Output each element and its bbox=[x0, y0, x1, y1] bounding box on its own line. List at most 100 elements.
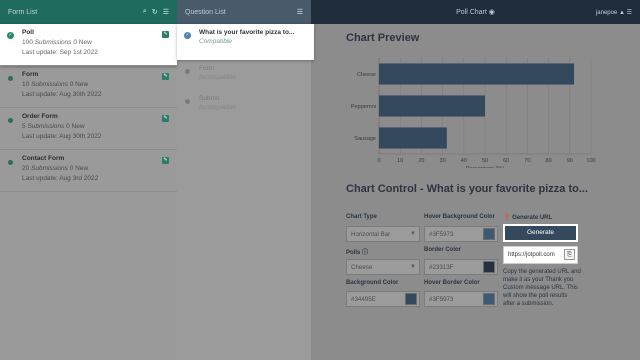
edit-icon[interactable]: ✎ bbox=[162, 115, 169, 122]
last-update: Last update: Aug 30th 2022 bbox=[22, 91, 102, 98]
chart-type-label: Chart Type bbox=[346, 214, 377, 220]
last-update: Last update: Sep 1st 2022 bbox=[22, 49, 98, 56]
question-item-active[interactable]: ✓ What is your favorite pizza to... Comp… bbox=[177, 24, 314, 60]
background-color-swatch[interactable] bbox=[405, 293, 417, 305]
status-dot-icon bbox=[8, 118, 13, 123]
bar-chart: 0 10 20 30 40 50 60 70 80 90 100 Cheese Pepperoni Sau… bbox=[351, 58, 596, 168]
chart-type-select[interactable]: Horizontal Bar ▼ bbox=[346, 226, 420, 242]
question-item[interactable]: Form Incompatible bbox=[177, 60, 311, 90]
chart-type-value: Horizontal Bar bbox=[351, 231, 391, 238]
hover-background-swatch[interactable] bbox=[483, 228, 495, 240]
new-label: 0 New bbox=[73, 39, 92, 46]
polls-label: Polls ⓘ bbox=[346, 250, 369, 256]
border-color-value: #23313F bbox=[429, 264, 454, 271]
search-icon[interactable]: ⌕ bbox=[143, 8, 147, 16]
check-icon: ✓ bbox=[184, 32, 191, 39]
x-tick-label: 40 bbox=[461, 158, 467, 164]
menu-icon[interactable]: ☰ bbox=[627, 10, 632, 16]
x-tick-label: 10 bbox=[397, 158, 403, 164]
bar-sausage bbox=[379, 127, 447, 149]
edit-icon[interactable]: ✎ bbox=[162, 73, 169, 80]
username: janepoe bbox=[595, 9, 618, 16]
submission-count: 5 bbox=[22, 123, 26, 130]
x-tick-label: 30 bbox=[440, 158, 446, 164]
url-value: https://jotpoll.com bbox=[508, 252, 555, 258]
question-title: Form bbox=[199, 65, 215, 72]
new-label: 0 New bbox=[69, 81, 89, 88]
submissions-label: Submissions bbox=[31, 165, 68, 172]
top-bar: Poll Chart ◉ janepoe ▲ ☰ bbox=[311, 0, 640, 24]
refresh-icon[interactable]: ↻ bbox=[152, 8, 158, 16]
new-label: 0 New bbox=[69, 165, 89, 172]
new-label: 0 New bbox=[66, 123, 85, 130]
form-list-title: Form List bbox=[8, 8, 38, 16]
question-title: What is your favorite pizza to... bbox=[199, 29, 295, 36]
chart-control-title: Chart Control - What is your favorite pi… bbox=[346, 183, 589, 195]
form-title: Contact Form bbox=[22, 155, 65, 162]
submissions-label: Submissions bbox=[27, 123, 65, 130]
form-title: Form bbox=[22, 71, 39, 78]
copy-icon[interactable]: ⎘ bbox=[564, 249, 575, 260]
submissions-label: Submissions bbox=[31, 81, 68, 88]
x-tick-label: 70 bbox=[524, 158, 530, 164]
edit-icon[interactable]: ✎ bbox=[162, 31, 169, 38]
x-tick-label: 50 bbox=[482, 158, 488, 164]
question-status: Incompatible bbox=[199, 74, 236, 81]
generate-button[interactable]: Generate bbox=[503, 224, 578, 242]
x-tick-label: 60 bbox=[503, 158, 509, 164]
form-title: Order Form bbox=[22, 113, 58, 120]
question-item[interactable]: Submit Incompatible bbox=[177, 90, 311, 120]
hover-background-value: #3F5973 bbox=[429, 231, 454, 238]
border-color-swatch[interactable] bbox=[483, 261, 495, 273]
x-axis-label: Percentage (%) bbox=[466, 166, 504, 168]
status-dot-icon bbox=[8, 160, 13, 165]
last-update: Last update: Aug 3rd 2022 bbox=[22, 175, 99, 182]
user-menu[interactable]: janepoe ▲ ☰ bbox=[596, 9, 632, 16]
category-label: Cheese bbox=[357, 72, 376, 78]
x-tick-label: 80 bbox=[546, 158, 552, 164]
instruction-note: Copy the generated URL and make it as yo… bbox=[503, 269, 581, 308]
bar-cheese bbox=[379, 63, 575, 85]
polls-value: Cheese bbox=[351, 264, 373, 271]
form-list-item[interactable]: Contact Form 20 Submissions 0 New Last u… bbox=[0, 150, 177, 192]
submission-count: 20 bbox=[22, 165, 30, 172]
chevron-down-icon: ▼ bbox=[410, 231, 416, 237]
question-status: Incompatible bbox=[199, 104, 236, 111]
form-list-item-active[interactable]: ✓ Poll 100 Submissions 0 New Last update… bbox=[0, 24, 177, 66]
check-icon: ✓ bbox=[7, 32, 14, 39]
user-icon: ▲ bbox=[618, 9, 625, 16]
form-title: Poll bbox=[22, 29, 34, 36]
chart-preview: 0 10 20 30 40 50 60 70 80 90 100 Cheese Pepperoni Sau… bbox=[346, 56, 605, 168]
form-list-header: Form List ⌕ ↻ ☰ bbox=[0, 0, 177, 24]
submissions-label: Submissions bbox=[34, 39, 72, 46]
status-dot-icon bbox=[185, 69, 190, 74]
menu-icon[interactable]: ☰ bbox=[163, 8, 169, 16]
last-update: Last update: Aug 30th 2022 bbox=[22, 133, 102, 140]
category-label: Pepperoni bbox=[351, 104, 376, 110]
x-tick-label: 100 bbox=[586, 158, 595, 164]
eye-icon[interactable]: ◉ bbox=[489, 9, 495, 16]
status-dot-icon bbox=[185, 99, 190, 104]
form-list-item[interactable]: Order Form 5 Submissions 0 New Last upda… bbox=[0, 108, 177, 150]
bar-pepperoni bbox=[379, 95, 485, 117]
question-list-title: Question List bbox=[185, 8, 226, 16]
question-status: Compatible bbox=[199, 38, 232, 45]
status-dot-icon bbox=[8, 76, 13, 81]
generate-url-label: ❓ Generate URL bbox=[503, 215, 553, 221]
submission-count: 100 bbox=[22, 39, 33, 46]
polls-select[interactable]: Cheese ▼ bbox=[346, 259, 420, 275]
x-tick-label: 0 bbox=[377, 158, 380, 164]
menu-icon[interactable]: ☰ bbox=[297, 8, 303, 16]
hover-border-value: #3F5973 bbox=[429, 296, 454, 303]
x-tick-label: 20 bbox=[418, 158, 424, 164]
hover-border-swatch[interactable] bbox=[483, 293, 495, 305]
info-icon[interactable]: ⓘ bbox=[362, 250, 368, 256]
background-color-label: Background Color bbox=[346, 280, 399, 286]
x-tick-label: 90 bbox=[567, 158, 573, 164]
question-list-header: Question List ☰ bbox=[177, 0, 311, 24]
page-title: Poll Chart ◉ bbox=[456, 9, 495, 16]
edit-icon[interactable]: ✎ bbox=[162, 157, 169, 164]
form-list-item[interactable]: Form 10 Submissions 0 New Last update: A… bbox=[0, 66, 177, 108]
url-field[interactable]: https://jotpoll.com ⎘ bbox=[503, 246, 578, 264]
chevron-down-icon: ▼ bbox=[410, 264, 416, 270]
